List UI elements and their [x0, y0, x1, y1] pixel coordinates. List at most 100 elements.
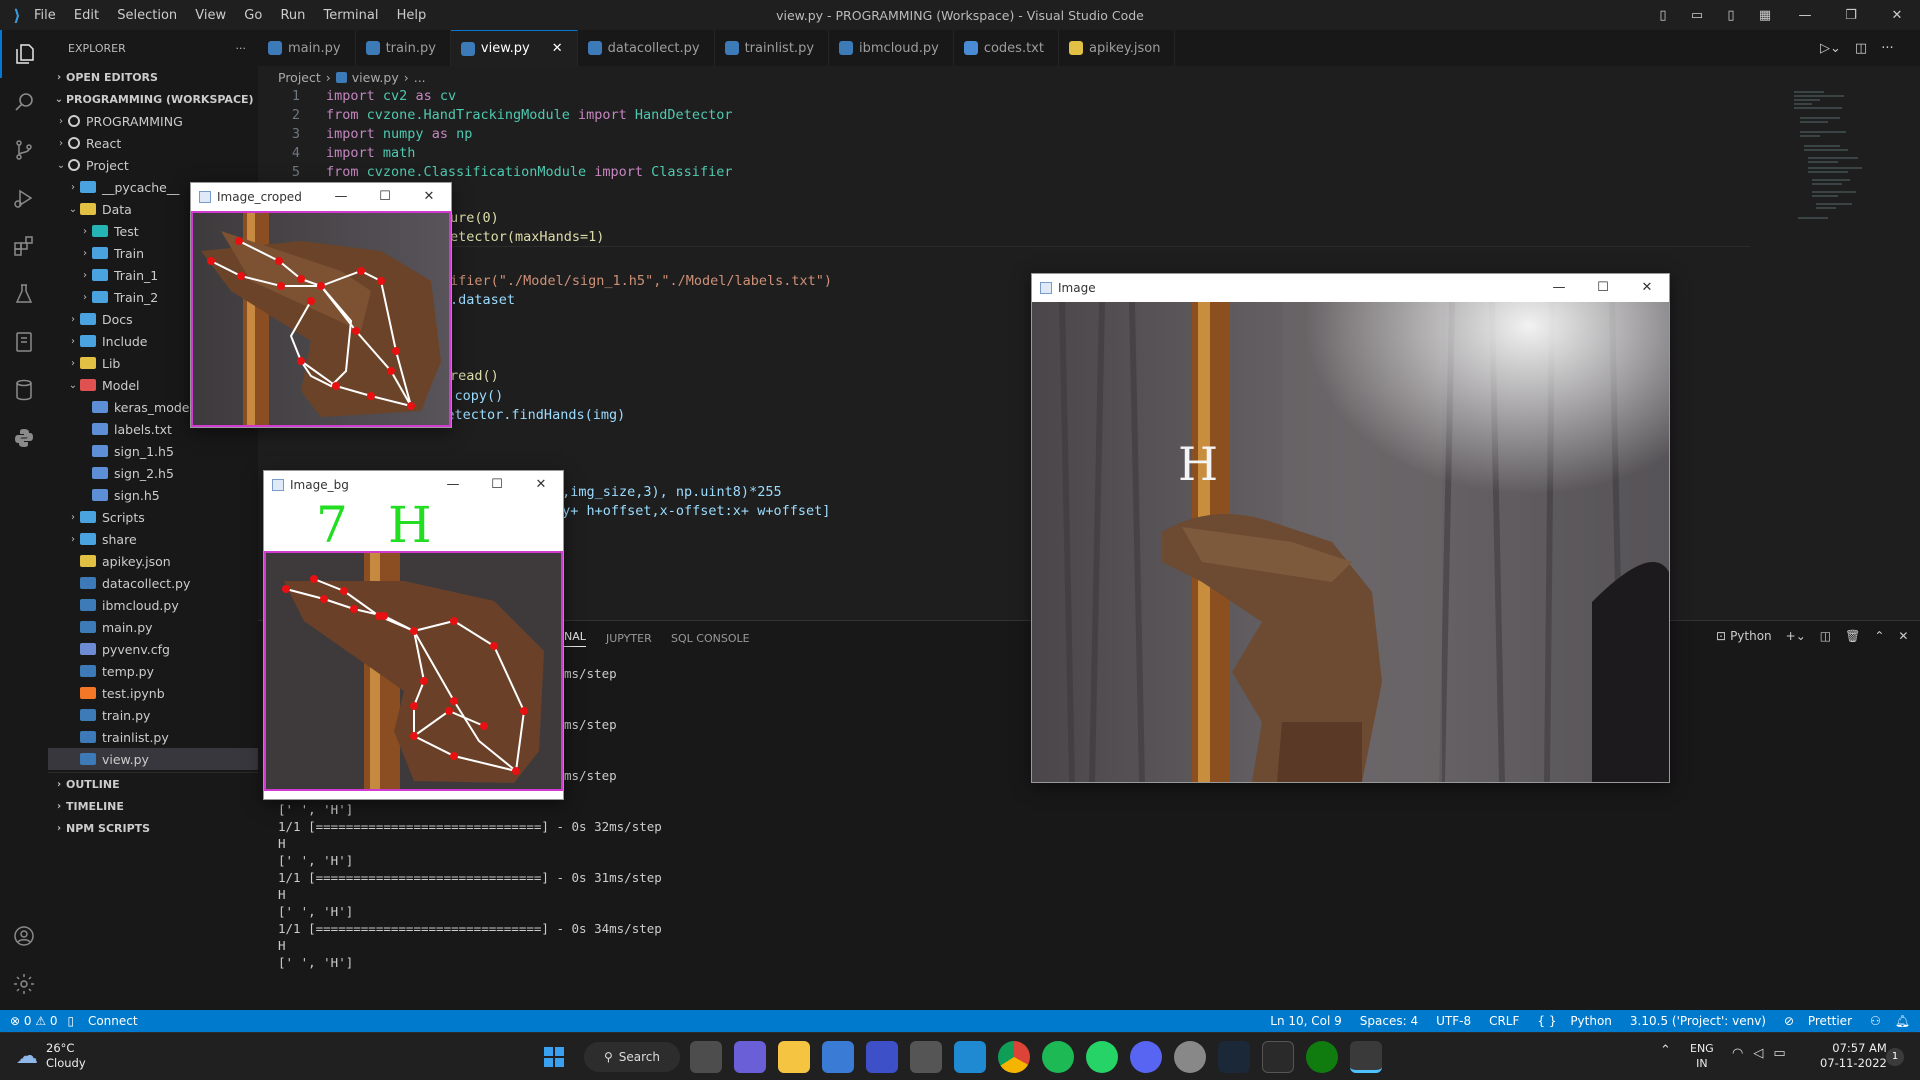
minimize-icon[interactable]: —	[319, 183, 363, 211]
tree-item[interactable]: trainlist.py	[48, 726, 258, 748]
cursor-position[interactable]: Ln 10, Col 9	[1270, 1014, 1342, 1028]
image-window[interactable]: Image — ☐ ✕ H	[1031, 273, 1670, 783]
source-control-icon[interactable]	[0, 126, 48, 174]
tree-item[interactable]: sign_2.h5	[48, 462, 258, 484]
weather-widget[interactable]: ☁ 26°C Cloudy	[16, 1041, 86, 1071]
clock[interactable]: 07:57 AM 07-11-2022	[1820, 1041, 1887, 1071]
steam-icon[interactable]	[1218, 1041, 1250, 1073]
unity-icon[interactable]	[910, 1041, 942, 1073]
tab-codes-txt[interactable]: codes.txt	[954, 30, 1059, 66]
windows-start-icon[interactable]	[538, 1041, 570, 1073]
tab-main-py[interactable]: main.py	[258, 30, 356, 66]
prettier-status[interactable]: ⊘ Prettier	[1784, 1014, 1852, 1028]
menu-help[interactable]: Help	[397, 8, 427, 23]
taskbar-search[interactable]: ⚲ Search	[584, 1042, 680, 1072]
tree-item[interactable]: › PROGRAMMING	[48, 110, 258, 132]
split-terminal-icon[interactable]: ◫	[1820, 629, 1831, 643]
minimize-icon[interactable]: —	[1537, 274, 1581, 302]
language-mode[interactable]: { } Python	[1537, 1014, 1612, 1028]
maximize-icon[interactable]: ☐	[363, 183, 407, 211]
npm-scripts-section[interactable]: › NPM SCRIPTS	[48, 817, 258, 839]
tree-item[interactable]: train.py	[48, 704, 258, 726]
feedback-icon[interactable]: ⚇	[1870, 1014, 1881, 1028]
python-app-icon[interactable]	[1350, 1041, 1382, 1073]
toggle-secondary-sidebar-icon[interactable]: ▯	[1714, 8, 1748, 23]
notifications-bell-icon[interactable]: 🔔︎	[1895, 1014, 1910, 1028]
menu-go[interactable]: Go	[244, 8, 262, 23]
split-editor-icon[interactable]: ◫	[1855, 41, 1867, 56]
maximize-icon[interactable]: ☐	[475, 471, 519, 499]
image-bg-window[interactable]: Image_bg — ☐ ✕ 7 H	[263, 470, 564, 800]
menu-selection[interactable]: Selection	[117, 8, 177, 23]
toggle-sidebar-icon[interactable]: ▯	[1646, 8, 1680, 23]
tab-ibmcloud-py[interactable]: ibmcloud.py	[829, 30, 954, 66]
file-explorer-icon[interactable]	[778, 1041, 810, 1073]
minimize-icon[interactable]: —	[1782, 8, 1828, 23]
run-debug-icon[interactable]	[0, 174, 48, 222]
tree-item[interactable]: sign_1.h5	[48, 440, 258, 462]
python-icon[interactable]	[0, 414, 48, 462]
tab-jupyter[interactable]: JUPYTER	[606, 632, 652, 645]
editor-app-icon[interactable]	[866, 1041, 898, 1073]
extensions-icon[interactable]	[0, 222, 48, 270]
notification-center-icon[interactable]: 1	[1886, 1048, 1904, 1066]
tab-trainlist-py[interactable]: trainlist.py	[715, 30, 830, 66]
manage-gear-icon[interactable]	[0, 960, 48, 1008]
outline-section[interactable]: › OUTLINE	[48, 773, 258, 795]
image-bg-titlebar[interactable]: Image_bg — ☐ ✕	[264, 471, 563, 499]
more-editor-actions-icon[interactable]: ···	[1881, 41, 1893, 56]
microsoft-store-icon[interactable]	[822, 1041, 854, 1073]
tree-item[interactable]: ⌄ Project	[48, 154, 258, 176]
maximize-icon[interactable]: ☐	[1581, 274, 1625, 302]
encoding[interactable]: UTF-8	[1436, 1014, 1471, 1028]
timeline-section[interactable]: › TIMELINE	[48, 795, 258, 817]
run-file-icon[interactable]: ▷⌄	[1820, 41, 1841, 56]
database-icon[interactable]	[0, 366, 48, 414]
tab-sql-console[interactable]: SQL CONSOLE	[671, 632, 750, 645]
tab-view-py[interactable]: view.py ✕	[450, 30, 578, 66]
tree-item[interactable]: › Scripts	[48, 506, 258, 528]
tree-item[interactable]: temp.py	[48, 660, 258, 682]
close-icon[interactable]: ✕	[1874, 8, 1920, 23]
tab-train-py[interactable]: train.py	[356, 30, 451, 66]
problems-indicator[interactable]: ⊗ 0 ⚠ 0	[10, 1014, 58, 1028]
epic-games-icon[interactable]	[1262, 1041, 1294, 1073]
tree-item[interactable]: main.py	[48, 616, 258, 638]
menu-edit[interactable]: Edit	[74, 8, 99, 23]
discord-icon[interactable]	[1130, 1041, 1162, 1073]
menu-view[interactable]: View	[195, 8, 226, 23]
chrome-icon[interactable]	[998, 1041, 1030, 1073]
teams-chat-icon[interactable]	[734, 1041, 766, 1073]
accounts-icon[interactable]	[0, 912, 48, 960]
image-titlebar[interactable]: Image — ☐ ✕	[1032, 274, 1669, 302]
language-indicator[interactable]: ENG IN	[1690, 1041, 1714, 1071]
whatsapp-icon[interactable]	[1086, 1041, 1118, 1073]
tree-item[interactable]: pyvenv.cfg	[48, 638, 258, 660]
tree-item[interactable]: datacollect.py	[48, 572, 258, 594]
tray-overflow-icon[interactable]: ⌃	[1660, 1043, 1671, 1058]
close-panel-icon[interactable]: ✕	[1898, 629, 1908, 643]
testing-icon[interactable]	[0, 270, 48, 318]
toggle-panel-icon[interactable]: ▭	[1680, 8, 1714, 23]
tree-item[interactable]: apikey.json	[48, 550, 258, 572]
new-terminal-icon[interactable]: +⌄	[1786, 629, 1806, 643]
tree-item[interactable]: › share	[48, 528, 258, 550]
restore-icon[interactable]: ❐	[1828, 8, 1874, 23]
menu-terminal[interactable]: Terminal	[324, 8, 379, 23]
close-icon[interactable]: ✕	[407, 183, 451, 211]
python-interpreter[interactable]: 3.10.5 ('Project': venv)	[1630, 1014, 1766, 1028]
line-ending[interactable]: CRLF	[1489, 1014, 1519, 1028]
tab-apikey-json[interactable]: apikey.json	[1059, 30, 1176, 66]
remote-connect[interactable]: ▯ Connect	[68, 1014, 138, 1028]
kill-terminal-icon[interactable]: 🗑	[1845, 629, 1860, 643]
breadcrumb-file[interactable]: view.py	[352, 70, 399, 85]
minimize-icon[interactable]: —	[431, 471, 475, 499]
tree-item[interactable]: › React	[48, 132, 258, 154]
close-tab-icon[interactable]: ✕	[552, 41, 563, 56]
tab-datacollect-py[interactable]: datacollect.py	[578, 30, 715, 66]
system-tray[interactable]: ◠ ◁ ▭	[1732, 1046, 1786, 1061]
xbox-icon[interactable]	[1306, 1041, 1338, 1073]
menu-file[interactable]: File	[34, 8, 56, 23]
explorer-icon[interactable]	[0, 30, 48, 78]
spotify-icon[interactable]	[1042, 1041, 1074, 1073]
